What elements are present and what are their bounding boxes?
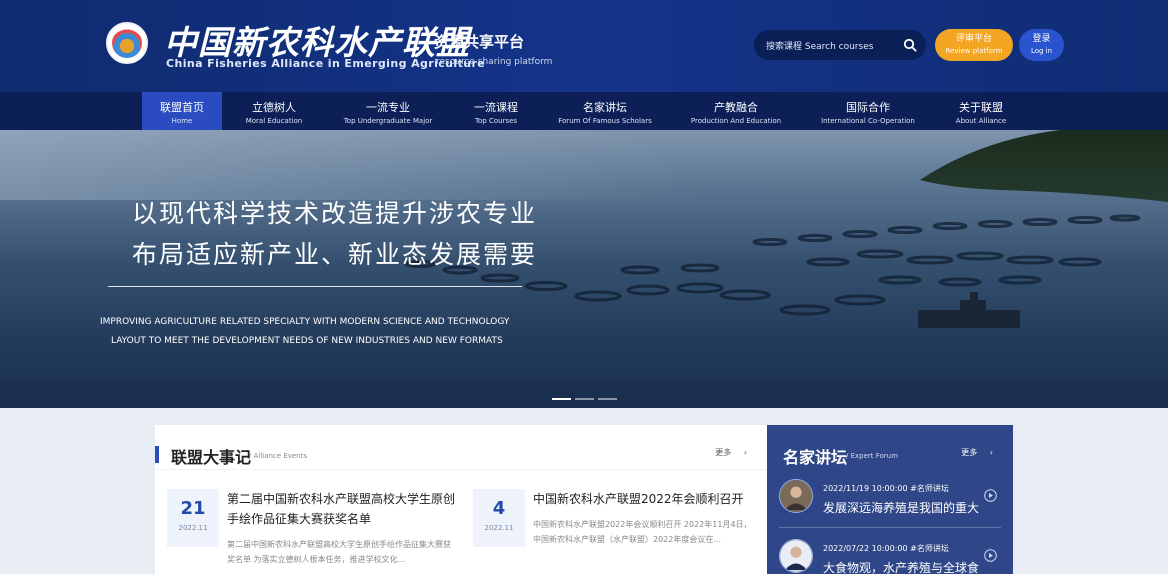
nav-item-about[interactable]: 关于联盟 About Alliance [950, 92, 1012, 130]
login-label-cn: 登录 [1032, 34, 1051, 44]
nav-label-en: Production And Education [690, 117, 782, 125]
review-label-en: Review platform [945, 47, 1003, 55]
search-input[interactable]: 搜索课程 Search courses [754, 30, 926, 60]
expert-forum-section: 名家讲坛 / Expert Forum 更多 › 2022/11/19 10:0… [767, 425, 1013, 574]
nav-label-en: Moral Education [245, 117, 303, 125]
login-label-en: Log in [1030, 47, 1053, 55]
nav-label-en: About Alliance [955, 117, 1007, 125]
avatar [779, 479, 813, 513]
event-summary: 第二届中国新农科水产联盟高校大学生原创手绘作品征集大赛获奖名单 为落实立德树人根… [227, 540, 451, 564]
carousel-dot[interactable] [552, 398, 571, 400]
section-title-en: / Alliance Events [249, 452, 308, 460]
hero-banner[interactable]: 以现代科学技术改造提升涉农专业 布局适应新产业、新业态发展需要 IMPROVIN… [0, 130, 1168, 408]
section-title: 名家讲坛 [783, 448, 848, 467]
avatar [779, 539, 813, 573]
more-label: 更多 [715, 448, 732, 457]
chevron-right-icon: › [989, 448, 993, 457]
nav-item-production-education[interactable]: 产教融合 Production And Education [688, 92, 784, 130]
site-header: 中国新农科水产联盟 China Fisheries Alliance in Em… [0, 0, 1168, 92]
event-year-month: 2022.11 [178, 524, 208, 532]
play-icon[interactable] [984, 549, 997, 562]
more-link[interactable]: 更多 › [961, 447, 993, 458]
hero-divider [108, 286, 522, 287]
forum-meta: 2022/11/19 10:00:00 #名师讲坛 [823, 484, 949, 493]
hero-subline-en-2: LAYOUT TO MEET THE DEVELOPMENT NEEDS OF … [111, 336, 503, 346]
event-title[interactable]: 第二届中国新农科水产联盟高校大学生原创手绘作品征集大赛获奖名单 [227, 489, 457, 529]
nav-label-cn: 名家讲坛 [583, 101, 627, 114]
forum-item[interactable]: 2022/07/22 10:00:00 #名师讲坛 大食物观，水产养殖与全球食.… [779, 539, 1001, 574]
logo-emblem-icon [112, 28, 142, 58]
hero-headline-1: 以现代科学技术改造提升涉农专业 [132, 199, 538, 228]
forum-divider [779, 527, 1001, 528]
nav-label-en: Top Courses [474, 117, 518, 125]
search-icon[interactable] [903, 38, 917, 52]
platform-title-cn: 资源共享平台 [434, 33, 525, 51]
event-date: 4 2022.11 [473, 489, 525, 547]
nav-label-en: Forum Of Famous Scholars [558, 117, 652, 125]
nav-item-home[interactable]: 联盟首页 Home [142, 92, 222, 130]
forum-title[interactable]: 大食物观，水产养殖与全球食... [823, 559, 979, 574]
nav-label-en: International Co-Operation [821, 117, 915, 125]
nav-label-en: Top Undergraduate Major [343, 117, 433, 125]
forum-meta: 2022/07/22 10:00:00 #名师讲坛 [823, 544, 949, 553]
event-year-month: 2022.11 [484, 524, 514, 532]
event-title[interactable]: 中国新农科水产联盟2022年会顺利召开 [533, 489, 763, 509]
alliance-logo[interactable] [106, 22, 148, 64]
more-link[interactable]: 更多 › [715, 447, 747, 458]
section-accent-bar [155, 446, 159, 463]
nav-item-international[interactable]: 国际合作 International Co-Operation [816, 92, 920, 130]
carousel-dot[interactable] [598, 398, 617, 400]
nav-item-top-major[interactable]: 一流专业 Top Undergraduate Major [338, 92, 438, 130]
carousel-indicators [552, 398, 617, 400]
event-day: 4 [492, 498, 506, 519]
nav-label-cn: 立德树人 [252, 101, 296, 114]
event-summary: 中国新农科水产联盟2022年会议顺利召开 2022年11月4日，中国新农科水产联… [533, 520, 752, 544]
search-placeholder: 搜索课程 Search courses [766, 41, 874, 52]
chevron-right-icon: › [743, 448, 747, 457]
play-icon[interactable] [984, 489, 997, 502]
carousel-dot[interactable] [575, 398, 594, 400]
nav-label-cn: 联盟首页 [160, 101, 204, 114]
nav-label-cn: 产教融合 [714, 101, 758, 114]
nav-label-cn: 一流专业 [366, 101, 410, 114]
review-platform-button[interactable]: 评审平台 Review platform [935, 29, 1013, 61]
nav-label-en: Home [171, 117, 193, 125]
login-button[interactable]: 登录 Log in [1019, 29, 1064, 61]
nav-item-moral-education[interactable]: 立德树人 Moral Education [234, 92, 314, 130]
review-label-cn: 评审平台 [955, 34, 992, 44]
section-title-en: / Expert Forum [846, 452, 898, 460]
nav-label-cn: 一流课程 [474, 101, 518, 114]
hero-subline-en-1: IMPROVING AGRICULTURE RELATED SPECIALTY … [100, 317, 510, 327]
platform-title-en: resource sharing platform [436, 57, 553, 67]
nav-label-cn: 关于联盟 [959, 101, 1003, 114]
event-day: 21 [180, 498, 206, 519]
main-nav: 联盟首页 Home 立德树人 Moral Education 一流专业 Top … [0, 92, 1168, 130]
more-label: 更多 [961, 448, 978, 457]
nav-label-cn: 国际合作 [846, 101, 890, 114]
forum-title[interactable]: 发展深远海养殖是我国的重大... [823, 499, 979, 516]
forum-item[interactable]: 2022/11/19 10:00:00 #名师讲坛 发展深远海养殖是我国的重大.… [779, 479, 1001, 529]
alliance-events-section: 联盟大事记 / Alliance Events 更多 › 21 2022.11 … [155, 425, 767, 574]
nav-item-top-courses[interactable]: 一流课程 Top Courses [460, 92, 532, 130]
section-title: 联盟大事记 [171, 448, 252, 467]
hero-headline-2: 布局适应新产业、新业态发展需要 [132, 240, 538, 269]
section-divider [155, 469, 767, 470]
event-date: 21 2022.11 [167, 489, 219, 547]
nav-item-forum[interactable]: 名家讲坛 Forum Of Famous Scholars [554, 92, 656, 130]
